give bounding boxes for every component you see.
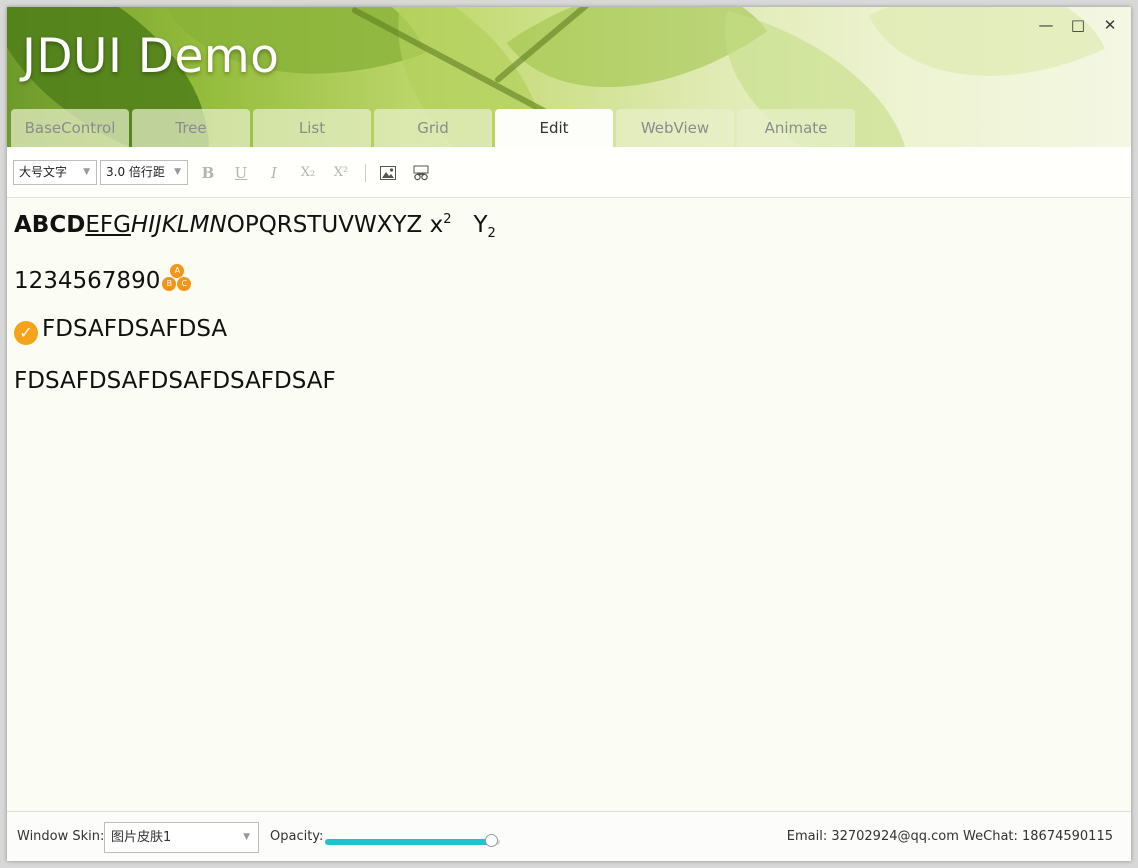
font-size-value: 大号文字 (19, 165, 68, 179)
underline-button[interactable]: U (230, 162, 252, 184)
opacity-slider[interactable] (325, 834, 500, 847)
tab-basecontrol[interactable]: BaseControl (11, 109, 129, 147)
special-icon (413, 165, 429, 181)
tab-bar: BaseControl Tree List Grid Edit WebView … (11, 109, 855, 147)
badge-circle: A (170, 264, 185, 278)
chevron-down-icon: ▼ (243, 832, 250, 842)
minimize-button[interactable]: — (1037, 16, 1055, 34)
tab-animate[interactable]: Animate (737, 109, 855, 147)
window-skin-value: 图片皮肤1 (111, 830, 172, 845)
toolbar-divider (365, 164, 366, 182)
line-text: FDSAFDSAFDSAFDSAFDSAF (14, 368, 336, 394)
badge-circle: B (162, 277, 177, 291)
status-bar: Window Skin: 图片皮肤1 ▼ Opacity: Email: 327… (7, 811, 1131, 861)
chevron-down-icon: ▼ (174, 167, 181, 177)
app-title: JDUI Demo (22, 29, 280, 84)
line-text: FDSAFDSAFDSA (42, 316, 228, 342)
tab-webview[interactable]: WebView (616, 109, 734, 147)
line-spacing-select[interactable]: 3.0 倍行距 ▼ (100, 160, 188, 185)
normal-text: OPQRSTUVWXYZ x (226, 212, 444, 238)
insert-image-button[interactable] (377, 162, 399, 184)
tab-edit[interactable]: Edit (495, 109, 613, 147)
subscript-text: 2 (487, 226, 496, 241)
close-button[interactable]: ✕ (1101, 16, 1119, 34)
slider-thumb[interactable] (484, 834, 498, 847)
edit-toolbar: 大号文字 ▼ 3.0 倍行距 ▼ B U I X₂ X² (7, 147, 1131, 198)
image-icon (380, 166, 396, 180)
slider-fill (325, 839, 491, 845)
insert-special-button[interactable] (410, 162, 432, 184)
tab-tree[interactable]: Tree (132, 109, 250, 147)
app-window: JDUI Demo — □ ✕ BaseControl Tree List Gr… (7, 7, 1131, 861)
normal-text: Y (451, 212, 488, 238)
check-icon: ✓ (14, 321, 38, 345)
tab-list[interactable]: List (253, 109, 371, 147)
editor-line-4: FDSAFDSAFDSAFDSAFDSAF (14, 368, 336, 394)
italic-button[interactable]: I (263, 162, 285, 184)
subscript-button[interactable]: X₂ (297, 162, 319, 184)
maximize-button[interactable]: □ (1069, 16, 1087, 34)
window-skin-select[interactable]: 图片皮肤1 ▼ (104, 822, 259, 853)
number-text: 1234567890 (14, 268, 161, 294)
contact-info: Email: 32702924@qq.com WeChat: 186745901… (786, 829, 1113, 844)
editor-line-1: ABCDEFGHIJKLMNOPQRSTUVWXYZ x2 Y2 (14, 212, 496, 241)
editor-line-3: ✓ FDSAFDSAFDSA (14, 316, 227, 345)
superscript-text: 2 (443, 212, 452, 227)
tab-grid[interactable]: Grid (374, 109, 492, 147)
header-banner: JDUI Demo — □ ✕ BaseControl Tree List Gr… (7, 7, 1131, 147)
window-controls: — □ ✕ (1037, 16, 1119, 34)
bold-text: ABCD (14, 212, 86, 238)
abc-badge-icon: A B C (161, 264, 193, 294)
chevron-down-icon: ▼ (83, 167, 90, 177)
window-skin-label: Window Skin: (17, 829, 105, 844)
opacity-label: Opacity: (270, 829, 324, 844)
rich-text-editor[interactable]: ABCDEFGHIJKLMNOPQRSTUVWXYZ x2 Y2 1234567… (7, 198, 1131, 810)
font-size-select[interactable]: 大号文字 ▼ (13, 160, 97, 185)
editor-line-2: 1234567890 A B C (14, 264, 193, 294)
italic-text: HIJKLMN (130, 212, 227, 238)
line-spacing-value: 3.0 倍行距 (106, 165, 165, 179)
underlined-text: EFG (85, 212, 131, 238)
badge-circle: C (177, 277, 192, 291)
superscript-button[interactable]: X² (330, 162, 352, 184)
bold-button[interactable]: B (197, 162, 219, 184)
